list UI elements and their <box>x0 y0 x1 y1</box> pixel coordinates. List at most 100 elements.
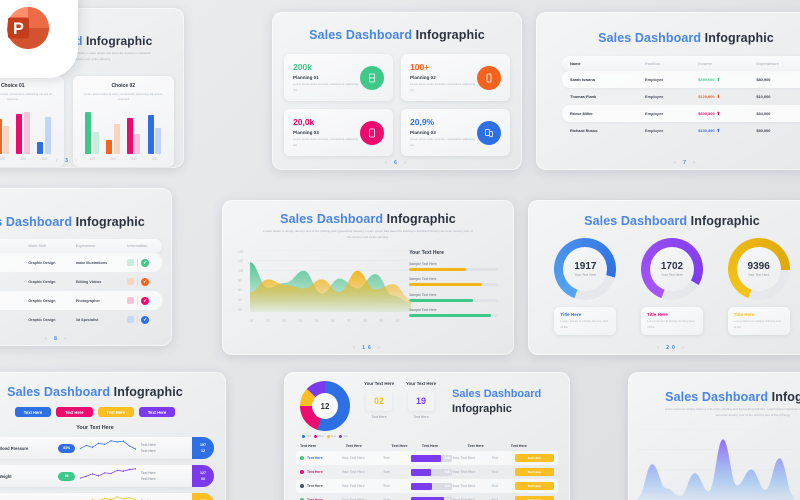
kpi-card[interactable]: 100+ Planning 02 Lorem ipsum dolor sit ame… <box>401 54 510 101</box>
table-row[interactable]: Adrian FernandesGraphic Design 3d Special… <box>0 310 162 329</box>
table-row[interactable]: Richard Russo Employee $100,490 ⬆ $50,000 <box>562 122 800 139</box>
cell-experience: Editing Videos <box>75 279 102 284</box>
table-row[interactable]: Sarah Iswana Employee $390,000 ⬆ $80,900 <box>562 71 800 88</box>
slide-gallery: Sales Dashboard Infographic Lorem ipsum … <box>0 0 800 500</box>
cell-experience: 3d Specialist <box>75 317 99 322</box>
column-header: Expenditure <box>756 61 779 66</box>
color-swatch <box>127 316 135 323</box>
kpi-card[interactable]: 20,0k Planning 03 Lorem ipsum dolor sit am… <box>284 109 393 156</box>
cell-name: Richard Russo <box>570 128 598 133</box>
trend-down-icon: ⬇ <box>716 93 721 99</box>
legend-item: Sample Text Here <box>409 293 498 302</box>
bar-secondary <box>113 123 120 154</box>
slide-gauges[interactable]: Sales Dashboard Infographic 1917 Your Tex… <box>528 200 800 355</box>
pill-tab[interactable]: Text Here <box>14 407 52 417</box>
bar-pair <box>106 123 120 154</box>
metric-row[interactable]: Text Here70Text HereText Here10807 <box>0 493 214 500</box>
legend-item: Sample Text Here <box>409 277 498 287</box>
sparkline <box>75 467 141 486</box>
stat-box-2[interactable]: Your Text Here 19 Text Here <box>404 381 438 419</box>
y-axis-labels: 140 120 100 80 60 40 20 <box>238 250 243 312</box>
cell-text-5: Your Text Here <box>452 456 476 460</box>
cell-action[interactable]: Text Here <box>514 454 554 462</box>
donut-center-label: 12 <box>312 393 338 419</box>
legend-item: Sample Text Here <box>409 308 498 318</box>
gauge-value: 9396 <box>747 260 770 272</box>
slide-kpi-cards[interactable]: Sales Dashboard Infographic 200k Planning… <box>272 12 522 170</box>
page-indicator[interactable]: ‹ 3 › <box>0 158 184 164</box>
table-row[interactable]: Lara SchumacherGraphic Design Photographe… <box>0 291 162 310</box>
stat-box-1[interactable]: Your Text Here 02 Text Here <box>362 381 396 419</box>
choice-card[interactable]: Choice 02 Lorem ipsum dolor sit amet, co… <box>72 75 174 167</box>
column-header: Experience <box>75 244 96 248</box>
cell-expenditure: $80,900 <box>756 77 771 82</box>
action-button[interactable]: Text Here <box>514 454 554 462</box>
legend-track <box>409 283 498 287</box>
gauge-widget[interactable]: 1917 Your Text Here Title Here Lorem ipsum … <box>554 238 617 336</box>
bar-pair <box>37 116 51 154</box>
kpi-text: 20,0k Planning 03 Lorem ipsum dolor sit am… <box>293 117 360 148</box>
slide-purple-area[interactable]: Sales Dashboard Infographic Lorem ipsum … <box>628 372 800 500</box>
gauge-card[interactable]: Title Here Lorem ipsum is simply dummy te… <box>727 307 790 336</box>
table-row[interactable]: Thomas Flank Employee $120,900 ⬇ $10,000 <box>562 88 800 105</box>
legend-fill <box>409 283 482 287</box>
page-indicator[interactable]: ‹ 8 › <box>0 336 172 342</box>
table-row[interactable]: Reese Miller Employee $600,309 ⬆ $34,000 <box>562 105 800 122</box>
pill-tab[interactable]: Text Here <box>97 407 134 417</box>
metric-row[interactable]: Weight 66 Text HereText Here 12703 <box>0 465 214 487</box>
metric-badge: 83% <box>58 443 76 453</box>
slide-staff-table[interactable]: Sales Dashboard Infographic Name▼Work Sk… <box>0 188 172 346</box>
table-header: Name▼Work Skill Experience Information <box>0 239 162 253</box>
slide-area-chart[interactable]: Sales Dashboard Infographic Lorem ipsum … <box>222 200 514 355</box>
gauge-widget[interactable]: 1702 Your Text Here Title Here Lorem ipsum … <box>640 238 703 336</box>
table-row[interactable]: Francisco AndradeGraphic Design Editing V… <box>0 272 162 291</box>
check-icon[interactable]: ✓ <box>141 296 150 305</box>
kpi-card[interactable]: 200k Planning 01 Lorem ipsum dolor sit ame… <box>284 54 393 101</box>
slide-title: Sales Dashboard Infographic <box>309 28 485 42</box>
table-row[interactable]: Text Here Your Text Here Text 50% Your Text … <box>296 479 558 493</box>
pill-tab[interactable]: Text Here <box>138 407 176 417</box>
slide-health-metrics[interactable]: Sales Dashboard Infographic Text Here Tex… <box>0 372 226 500</box>
gauge-card[interactable]: Title Here Lorem ipsum is simply dummy te… <box>640 307 703 336</box>
cell-text-2: Your Text Here <box>341 484 365 488</box>
choice-card[interactable]: Choice 01 Lorem ipsum dolor sit amet, co… <box>0 75 64 167</box>
check-icon[interactable]: ✓ <box>141 315 150 324</box>
gauge-center: 9396 Your Text Here <box>736 247 781 291</box>
cell-action[interactable]: Text Here <box>514 482 554 490</box>
gauge-card-title: Title Here <box>560 312 582 317</box>
slide-income-table[interactable]: Sales Dashboard Infographic Name Position… <box>536 12 800 170</box>
pill-tab[interactable]: Text Here <box>56 407 93 417</box>
table-row[interactable]: Victor FitzgeraldGraphic Design make Illu… <box>0 253 162 272</box>
action-button[interactable]: Text Here <box>514 482 554 490</box>
action-button[interactable]: Text Here <box>514 468 554 476</box>
gauge-card[interactable]: Title Here Lorem ipsum is simply dummy te… <box>554 307 617 336</box>
slide-donut-table[interactable]: 12 Text Text Text Text Your Text Here 02 Te… <box>284 372 570 500</box>
slide-title: Sales Dashboard Infographic <box>598 31 774 45</box>
table-row[interactable]: Text Here Your Text Here Text 82% Your Text … <box>296 493 558 500</box>
gauge-widget[interactable]: 9396 Your Text Here Title Here Lorem ipsum … <box>727 238 790 336</box>
cell-position: Employee <box>645 128 664 133</box>
action-button[interactable]: Text Here <box>514 496 554 500</box>
kpi-value: 100+ <box>410 62 430 73</box>
purple-area-plot <box>638 428 794 500</box>
cell-income: $390,000 ⬆ <box>698 77 756 83</box>
page-indicator[interactable]: ‹ 6 › <box>272 160 522 166</box>
table-header: Text Here Text Here Text Here Text Here Text… <box>296 444 558 451</box>
cell-action[interactable]: Text Here <box>514 468 554 476</box>
bar-secondary <box>155 127 162 154</box>
page-indicator[interactable]: ‹ 7 › <box>536 160 800 166</box>
donut-widget: 12 Text Text Text Text <box>296 381 354 438</box>
cell-action[interactable]: Text Here <box>514 496 554 500</box>
metric-row[interactable]: Blood Pressure 83% Text Here Text Here 197 12 <box>0 437 214 459</box>
check-icon[interactable]: ✓ <box>141 277 150 286</box>
kpi-card[interactable]: 20,9% Planning 03 Lorem ipsum dolor sit am… <box>401 109 510 156</box>
x-tick: 06 <box>330 318 335 323</box>
gauge-card-desc: Lorem ipsum is simply dummy text of the <box>646 319 695 329</box>
page-indicator[interactable]: ‹ 16 › <box>222 345 514 351</box>
check-icon[interactable]: ✓ <box>141 258 150 267</box>
table-row[interactable]: Text Here Your Text Here Text 55% Your Text … <box>296 465 558 479</box>
table-row[interactable]: Text Here Your Text Here Text 72% Your Text … <box>296 451 558 465</box>
legend-label: Sample Text Here <box>409 292 437 297</box>
page-indicator[interactable]: ‹ 20 › <box>528 345 800 351</box>
color-swatch <box>127 259 135 266</box>
